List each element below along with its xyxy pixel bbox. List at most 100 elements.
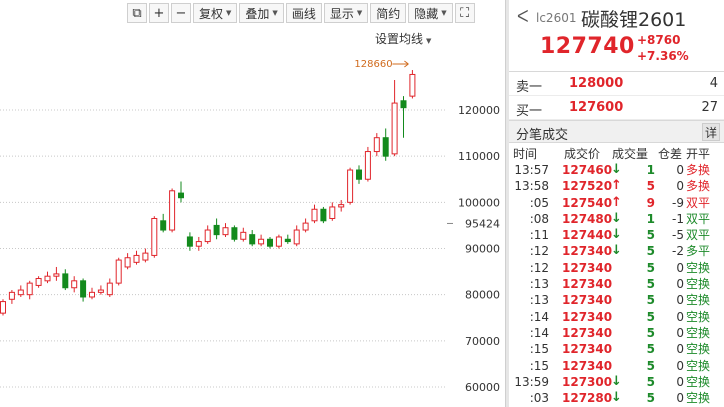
candle-body — [382, 137, 389, 157]
tick-row: 13:58 127520 ↑ 5 0 多换 — [509, 178, 724, 194]
tick-oi-change: 0 — [676, 325, 684, 340]
kline-chart[interactable]: 120000 110000 100000 90000 80000 70000 60000 95… — [0, 0, 505, 407]
toolbar-simple-button[interactable]: 简约 — [370, 3, 407, 23]
tick-price: 127280 — [562, 391, 613, 406]
tick-kind: 空换 — [686, 277, 711, 292]
candle-body — [62, 273, 69, 289]
copy-icon[interactable]: ⧉ — [127, 3, 147, 23]
candle-body — [195, 241, 202, 247]
tick-volume: 5 — [646, 293, 655, 308]
tick-kind: 空换 — [686, 391, 711, 406]
tick-time: :15 — [529, 358, 549, 373]
candle-body — [178, 192, 184, 199]
candle-body — [391, 102, 398, 155]
toolbar-overlay-button[interactable]: 叠加 ▼ — [239, 3, 284, 23]
ask-volume: 4 — [709, 76, 718, 91]
quote-header: ᐸ lc2601 碳酸锂2601 127740 +8760 +7.36% — [509, 0, 724, 72]
tick-oi-change: 0 — [676, 358, 684, 373]
candle-body — [356, 169, 362, 180]
arrow-left-icon[interactable]: ᐸ — [517, 7, 529, 26]
ask-label: 卖一 — [516, 80, 543, 95]
candle-body — [44, 275, 51, 282]
tick-kind: 空换 — [686, 309, 711, 324]
candle-body — [258, 238, 265, 245]
toolbar-draw-button[interactable]: 画线 — [285, 3, 322, 23]
candle-body — [267, 238, 273, 247]
arrow-down-icon: ↓ — [611, 390, 622, 406]
candle-body — [240, 231, 247, 240]
candle-body — [17, 289, 24, 296]
chevron-down-icon: ▼ — [356, 9, 363, 17]
candle-body — [124, 257, 131, 268]
tick-price: 127340 — [562, 309, 613, 324]
y-tick-label: 100000 — [458, 196, 500, 209]
toolbar-copy-label: ⧉ — [132, 5, 142, 21]
tick-price: 127340 — [562, 342, 613, 357]
candle-body — [249, 234, 256, 245]
col-price: 成交价 — [564, 147, 601, 161]
candle-body — [231, 227, 238, 240]
tick-row: :15 127340 5 0 空换 — [509, 358, 724, 374]
last-price: 127740 — [540, 34, 635, 59]
candle-body — [400, 100, 407, 109]
detail-button[interactable]: 详 — [702, 123, 720, 141]
candle-body — [204, 229, 211, 243]
tick-time: :13 — [529, 277, 549, 292]
tick-price: 127340 — [562, 244, 613, 259]
candle-body — [97, 289, 104, 293]
chevron-down-icon: ▼ — [226, 9, 232, 17]
y-tick-label: 60000 — [465, 381, 500, 394]
tick-time: :14 — [529, 325, 549, 340]
y-tick-label: 80000 — [465, 289, 500, 302]
tick-oi-change: 0 — [676, 309, 684, 324]
ma-setting-dropdown[interactable]: 设置均线 ▼ — [375, 30, 431, 47]
candle-body — [311, 208, 318, 222]
minus-icon[interactable]: − — [171, 3, 191, 23]
tick-time: :11 — [529, 228, 549, 243]
toolbar-display-button[interactable]: 显示 ▼ — [323, 3, 369, 23]
tick-price: 127540 — [562, 195, 613, 210]
ticks-table-body[interactable]: 13:57 127460 ↓ 1 0 多换 13:58 127520 ↑ 5 0 多换:05 12754… — [509, 162, 724, 406]
chevron-down-icon: ▼ — [426, 37, 432, 45]
tick-row: :12 127340 ↓ 5 -2 多平 — [509, 243, 724, 259]
tick-oi-change: 0 — [676, 391, 684, 406]
tick-kind: 空换 — [686, 358, 711, 373]
kline-chart-area[interactable]: 120000 110000 100000 90000 80000 70000 60000 95… — [0, 0, 505, 407]
tick-kind: 空换 — [686, 325, 711, 340]
arrow-down-icon: ↓ — [611, 243, 622, 259]
tick-oi-change: 0 — [676, 163, 684, 177]
change-percent: +7.36% — [637, 49, 689, 63]
candle-body — [0, 301, 6, 314]
candle-body — [89, 291, 95, 298]
col-kind: 开平 — [686, 147, 711, 161]
candle-body — [338, 204, 345, 208]
y-tick-label: 110000 — [458, 150, 500, 163]
fullscreen-icon[interactable]: ⛶ — [454, 3, 475, 23]
tick-volume: 5 — [646, 244, 655, 259]
candle-body — [35, 278, 42, 286]
tick-oi-change: 0 — [676, 260, 684, 275]
arrow-down-icon: ↓ — [611, 227, 622, 243]
tick-kind: 双平 — [686, 195, 711, 210]
ticks-table-header: 时间 成交价 成交量 仓差 开平 — [509, 143, 724, 162]
arrow-up-icon: ↑ — [611, 178, 622, 194]
toolbar-zoom_in-label: + — [153, 5, 165, 21]
y-tick-label: 90000 — [465, 243, 500, 256]
toolbar-adjust-button[interactable]: 复权 ▼ — [193, 3, 238, 23]
tick-volume: 5 — [646, 325, 655, 340]
candle-body — [329, 206, 336, 219]
tick-kind: 多平 — [686, 244, 711, 259]
toolbar-hide-button[interactable]: 隐藏 ▼ — [408, 3, 453, 23]
chevron-down-icon: ▼ — [272, 9, 278, 17]
plus-icon[interactable]: + — [149, 3, 169, 23]
arrow-up-icon: ↑ — [611, 194, 622, 210]
tick-time: :15 — [529, 342, 549, 357]
candle-body — [275, 236, 282, 247]
tick-oi-change: 0 — [676, 277, 684, 292]
tick-oi-change: 0 — [676, 179, 684, 194]
candle-body — [115, 259, 122, 284]
tick-kind: 空换 — [686, 293, 711, 308]
tick-row: :12 127340 5 0 空换 — [509, 260, 724, 276]
toolbar-simple-label: 简约 — [376, 6, 401, 21]
tick-time: :13 — [529, 293, 549, 308]
